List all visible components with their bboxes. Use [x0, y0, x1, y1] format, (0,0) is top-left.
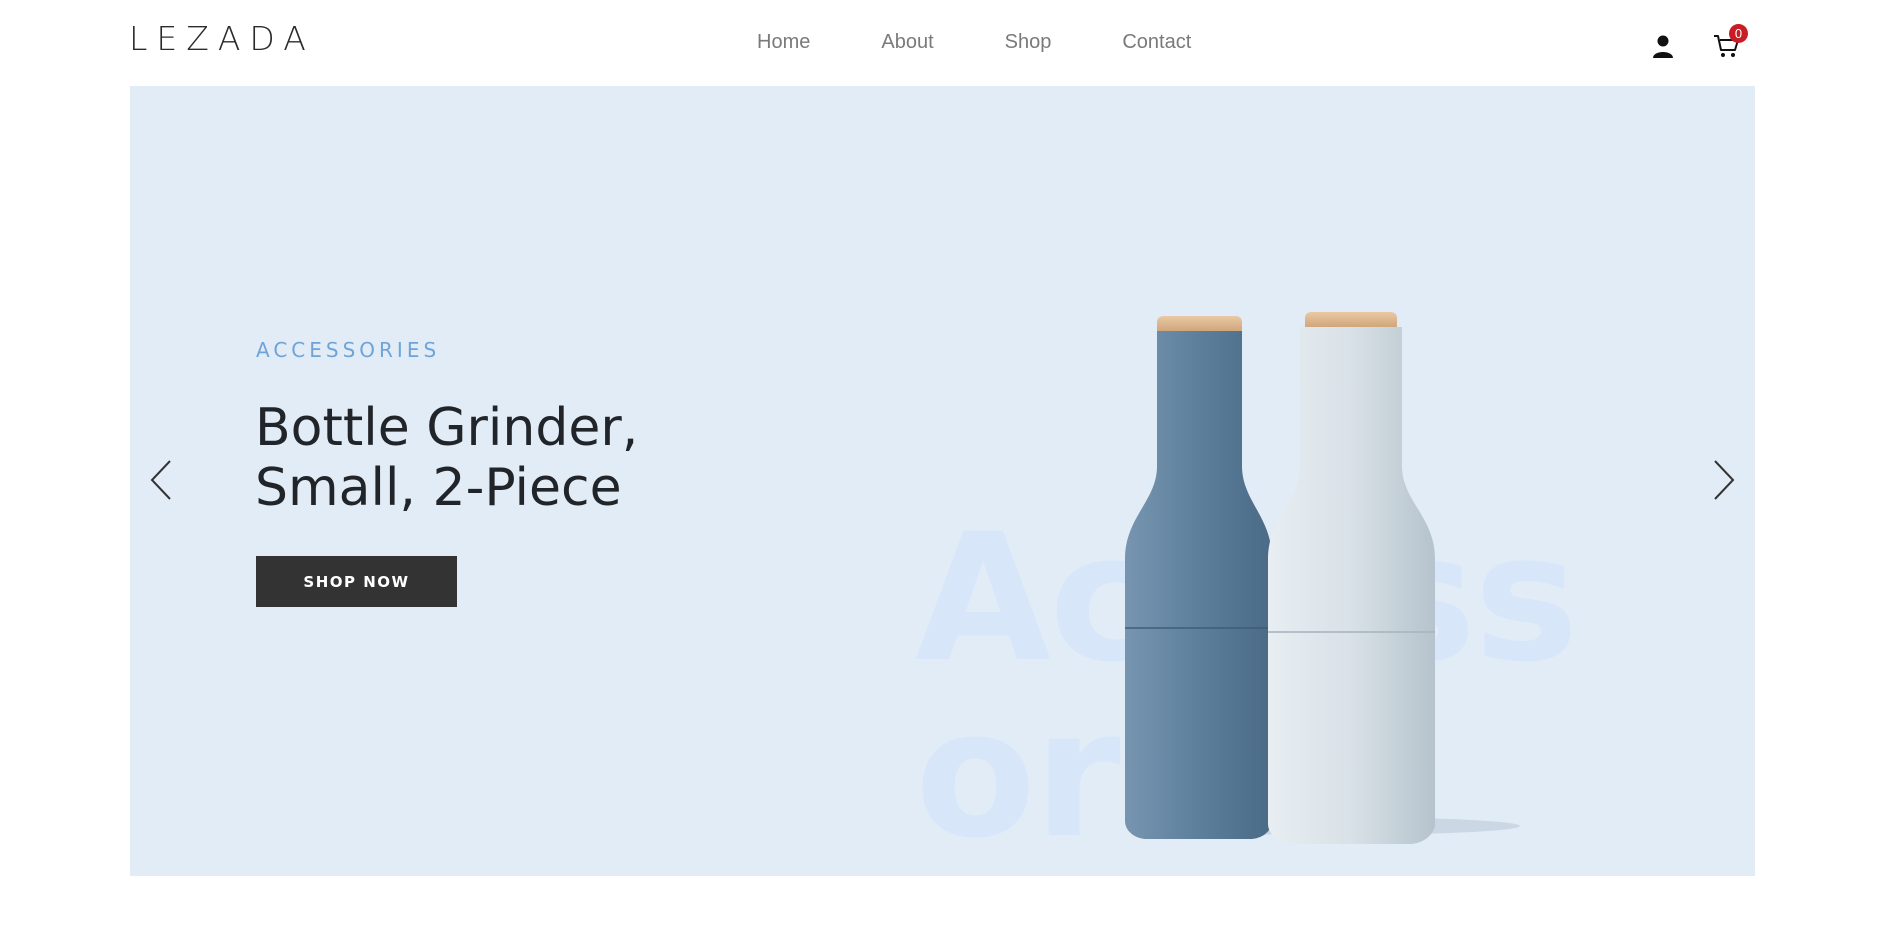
user-icon[interactable] — [1652, 34, 1674, 58]
hero-slider: Accessories — [130, 86, 1755, 876]
product-image — [1080, 219, 1580, 849]
nav-link-shop[interactable]: Shop — [1005, 30, 1052, 54]
chevron-right-icon[interactable] — [1709, 457, 1739, 503]
main-nav: Home About Shop Contact — [757, 30, 1262, 54]
nav-link-contact[interactable]: Contact — [1122, 30, 1191, 54]
nav-link-home[interactable]: Home — [757, 30, 810, 54]
hero-category-label: ACCESSORIES — [256, 338, 441, 362]
cart-count-badge: 0 — [1729, 24, 1748, 43]
hero-title: Bottle Grinder, Small, 2-Piece — [255, 398, 639, 518]
chevron-left-icon[interactable] — [146, 457, 176, 503]
nav-link-about[interactable]: About — [881, 30, 933, 54]
shop-now-button[interactable]: SHOP NOW — [256, 556, 457, 607]
site-header: LEZADA Home About Shop Contact 0 — [0, 0, 1884, 86]
brand-logo[interactable]: LEZADA — [129, 22, 315, 55]
